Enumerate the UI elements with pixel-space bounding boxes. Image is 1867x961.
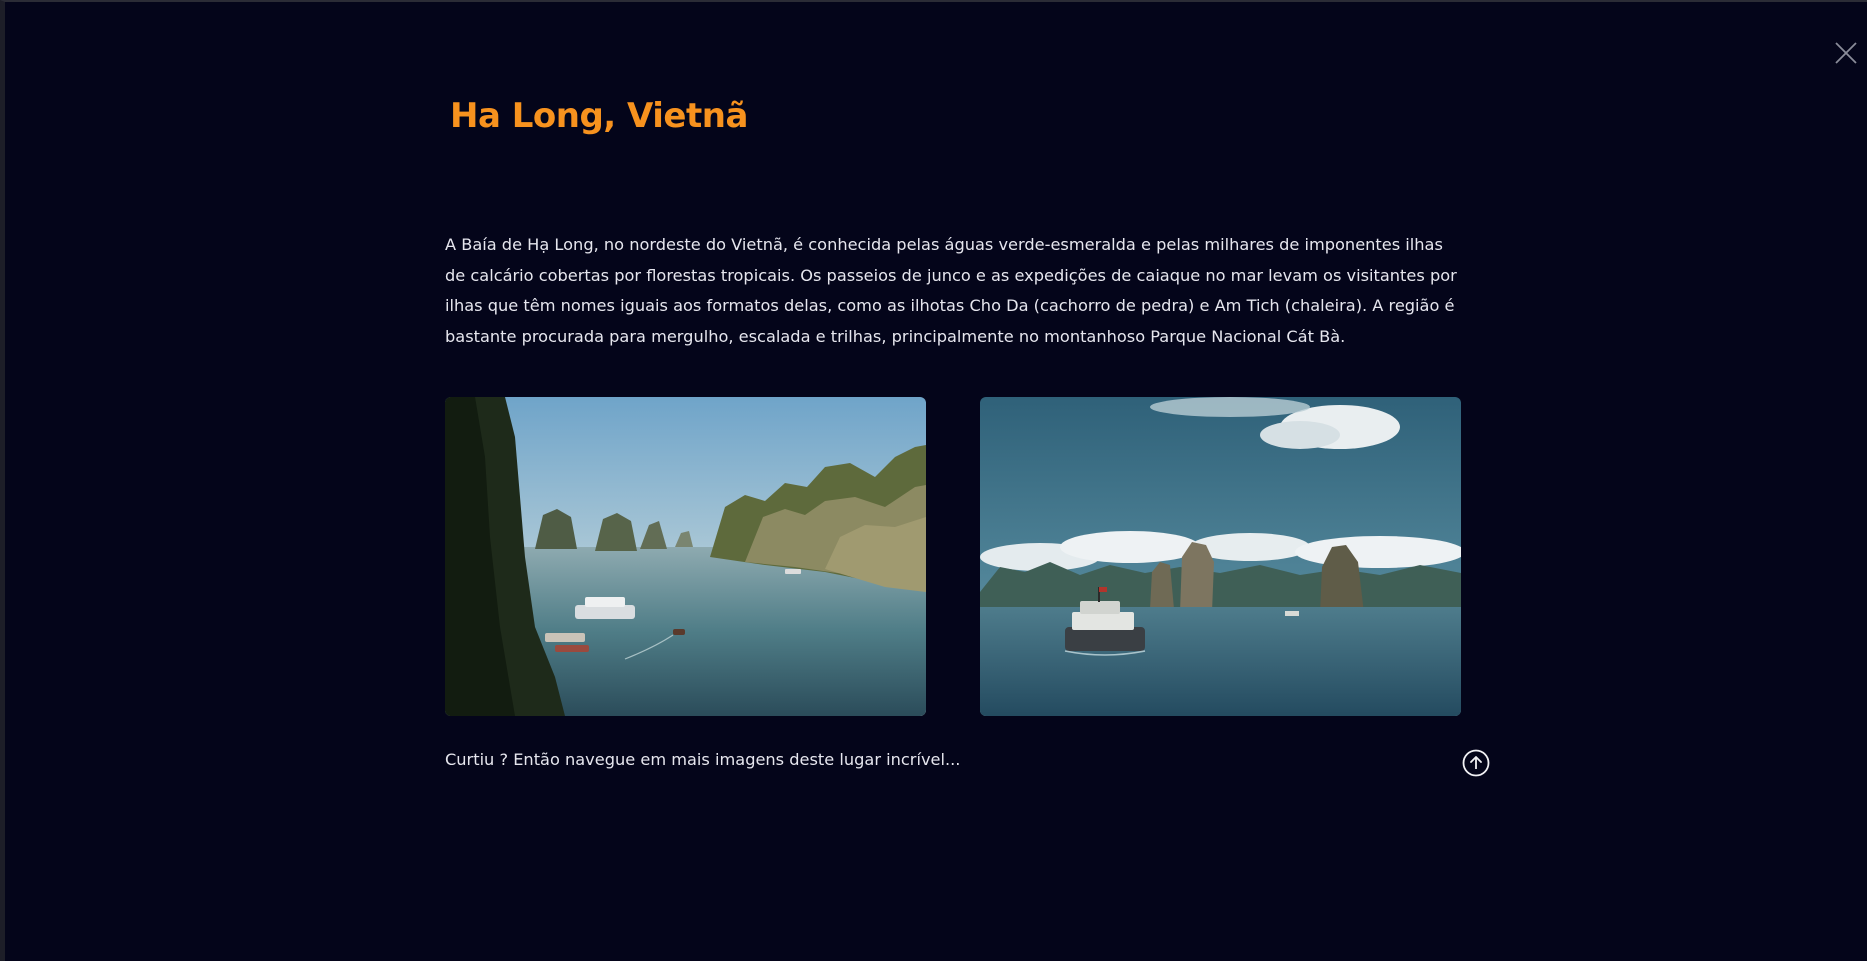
arrow-up-circle-icon <box>1462 749 1490 777</box>
photo-bay-cliffs <box>445 397 926 716</box>
gallery-photo-bay-cliffs[interactable] <box>445 397 926 716</box>
modal-overlay: Ha Long, Vietnã A Baía de Hạ Long, no no… <box>0 0 1867 961</box>
close-button[interactable] <box>1833 40 1859 66</box>
scroll-top-button[interactable] <box>1461 748 1491 778</box>
gallery-photo-boat-islands[interactable] <box>980 397 1461 716</box>
place-description: A Baía de Hạ Long, no nordeste do Vietnã… <box>445 235 1457 347</box>
page-title: Ha Long, Vietnã <box>450 96 748 136</box>
close-icon <box>1835 42 1857 64</box>
more-images-prompt: Curtiu ? Então navegue em mais imagens d… <box>445 750 961 769</box>
photo-boat-islands <box>980 397 1461 716</box>
